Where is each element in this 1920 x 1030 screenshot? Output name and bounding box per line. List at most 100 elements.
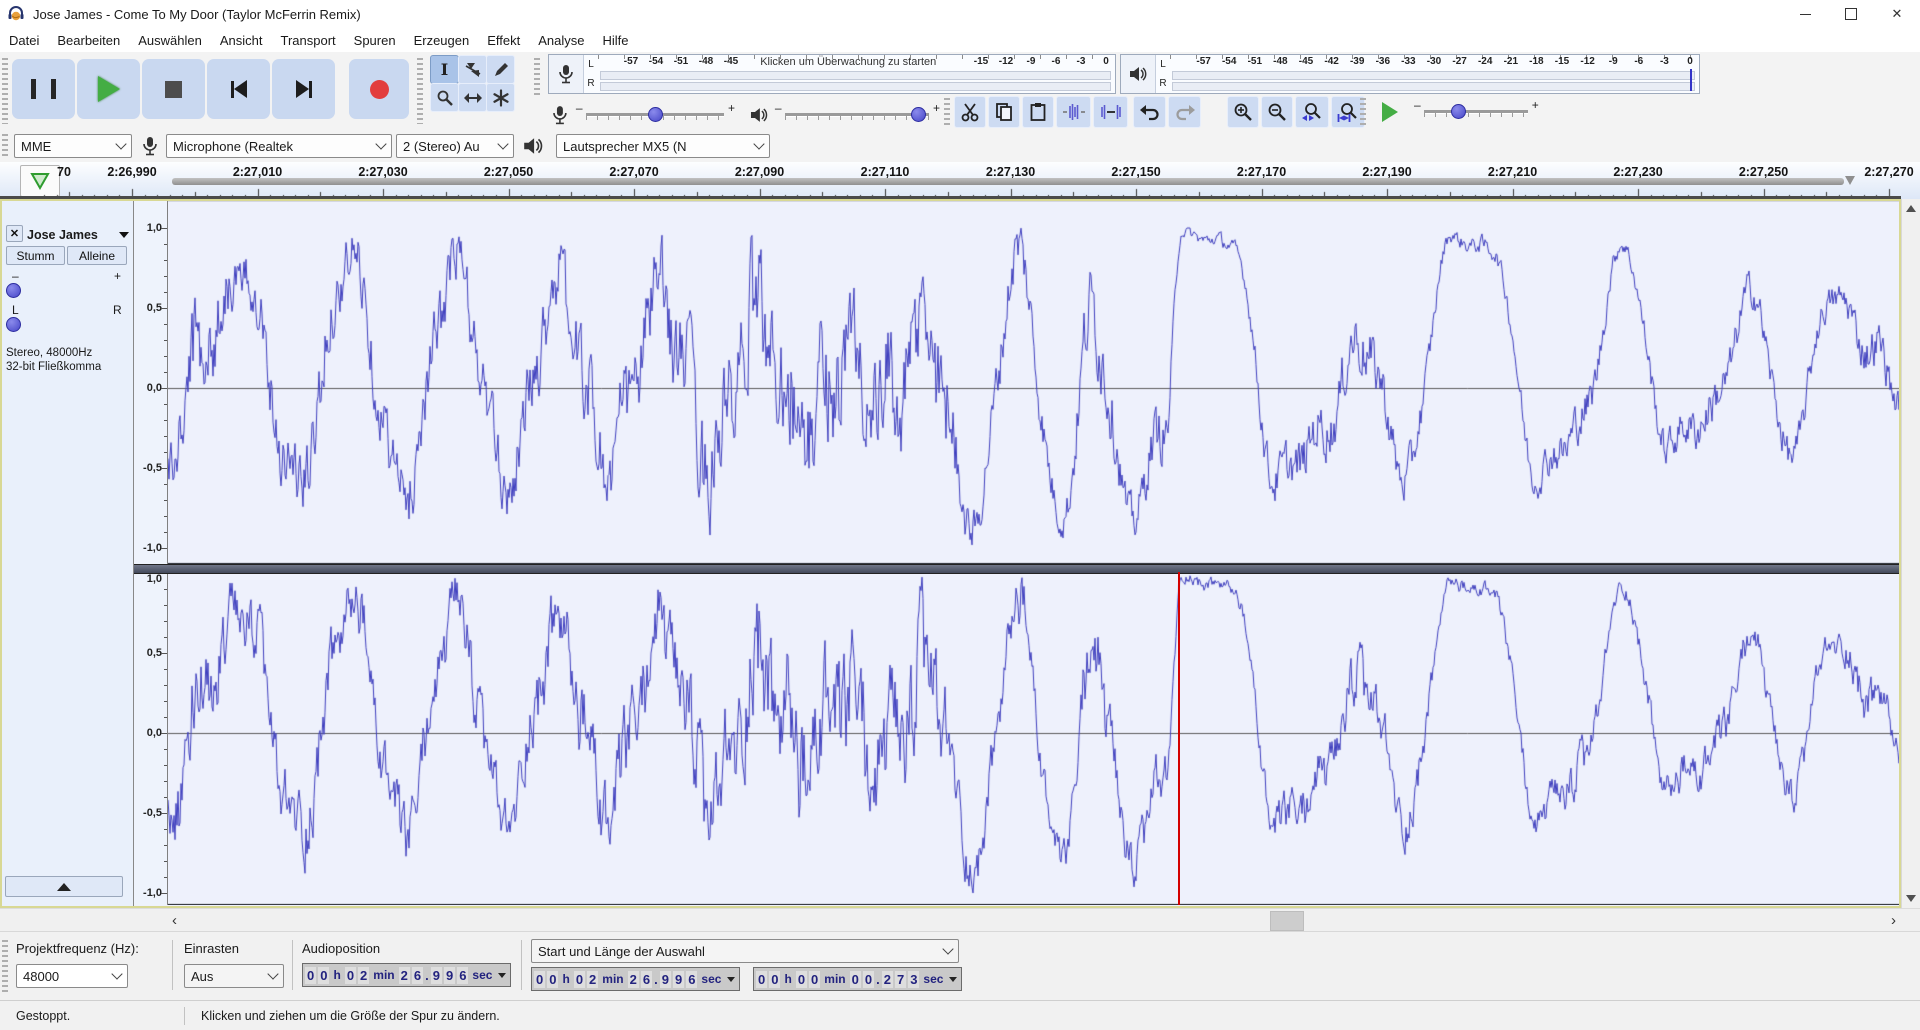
pause-button[interactable] (12, 59, 75, 119)
time-digit[interactable]: 6 (457, 967, 468, 984)
recording-channels-select[interactable]: 2 (Stereo) Au (396, 134, 514, 158)
scroll-down-icon[interactable] (1906, 895, 1916, 902)
skip-to-start-button[interactable] (207, 59, 270, 119)
time-format-dropdown-icon[interactable] (498, 973, 506, 978)
menu-bearbeiten[interactable]: Bearbeiten (48, 28, 129, 52)
quick-play-bar[interactable] (172, 178, 1844, 185)
trim-audio-button[interactable] (1056, 96, 1091, 128)
time-digit[interactable]: 0 (318, 967, 329, 984)
snap-select[interactable]: Aus (184, 964, 284, 988)
time-digit[interactable]: 0 (769, 971, 780, 988)
recording-device-select[interactable]: Microphone (Realtek (166, 134, 392, 158)
time-digit[interactable]: . (876, 971, 880, 988)
waveform-right-channel[interactable] (168, 572, 1901, 905)
play-speed-thumb[interactable] (1451, 104, 1466, 119)
silence-audio-button[interactable] (1093, 96, 1128, 128)
time-digit[interactable]: 7 (895, 971, 906, 988)
time-digit[interactable]: . (654, 971, 658, 988)
scroll-left-icon[interactable]: ‹ (172, 909, 177, 931)
selection-start-field[interactable]: 00h02min26.996sec (531, 967, 740, 991)
play-at-speed-button[interactable] (1372, 96, 1408, 128)
close-track-button[interactable]: ✕ (6, 225, 23, 242)
playback-meter[interactable]: LR -57-54-51-48-45-42-39-36-33-30-27-24-… (1120, 54, 1700, 94)
time-digit[interactable]: 9 (444, 967, 455, 984)
fit-selection-button[interactable] (1295, 96, 1329, 128)
copy-button[interactable] (988, 96, 1020, 128)
time-format-dropdown-icon[interactable] (727, 977, 735, 982)
monitoring-message[interactable]: Klicken um Überwachung zu starten (760, 56, 936, 68)
rate-select[interactable]: 48000 (16, 964, 128, 988)
cut-button[interactable] (954, 96, 986, 128)
menu-ansicht[interactable]: Ansicht (211, 28, 272, 52)
recording-meter[interactable]: LR -57-54-51-48-45Klicken um Überwachung… (548, 54, 1116, 94)
collapse-track-button[interactable] (5, 876, 123, 897)
menu-erzeugen[interactable]: Erzeugen (405, 28, 479, 52)
vertical-ruler-right-channel[interactable]: 1,00,50,0-0,5-1,0 (134, 572, 168, 905)
maximize-button[interactable] (1828, 0, 1874, 28)
horizontal-scroll-thumb[interactable] (1270, 911, 1304, 931)
tools-toolbar-grip[interactable] (417, 58, 423, 124)
envelope-tool-button[interactable] (458, 55, 487, 84)
time-digit[interactable]: 0 (809, 971, 820, 988)
scroll-up-icon[interactable] (1906, 205, 1916, 212)
menu-analyse[interactable]: Analyse (529, 28, 593, 52)
selection-length-field[interactable]: 00h00min00.273sec (753, 967, 962, 991)
recording-volume-slider[interactable] (586, 113, 725, 117)
time-digit[interactable]: 9 (660, 971, 671, 988)
stop-button[interactable] (142, 59, 205, 119)
zoom-in-button[interactable] (1227, 96, 1259, 128)
time-digit[interactable]: 9 (431, 967, 442, 984)
time-digit[interactable]: 6 (641, 971, 652, 988)
play-speed-slider[interactable] (1424, 110, 1528, 114)
track-title-dropdown[interactable]: Jose James (26, 225, 130, 244)
time-digit[interactable]: 0 (345, 967, 356, 984)
skip-to-end-button[interactable] (272, 59, 335, 119)
playback-device-select[interactable]: Lautsprecher MX5 (N (556, 134, 770, 158)
play-button[interactable] (77, 59, 140, 119)
menu-datei[interactable]: Datei (0, 28, 48, 52)
time-digit[interactable]: 2 (358, 967, 369, 984)
time-digit[interactable]: 9 (673, 971, 684, 988)
time-digit[interactable]: 0 (534, 971, 545, 988)
waveform-left-channel[interactable] (168, 200, 1901, 564)
redo-button[interactable] (1168, 96, 1201, 128)
device-toolbar-grip[interactable] (2, 134, 8, 158)
time-digit[interactable]: . (425, 967, 429, 984)
zoom-tool-button[interactable] (430, 83, 459, 112)
time-digit[interactable]: 0 (547, 971, 558, 988)
paste-button[interactable] (1022, 96, 1054, 128)
time-digit[interactable]: 3 (908, 971, 919, 988)
menu-transport[interactable]: Transport (272, 28, 345, 52)
vertical-scrollbar[interactable] (1901, 199, 1920, 908)
time-digit[interactable]: 2 (399, 967, 410, 984)
time-digit[interactable]: 2 (587, 971, 598, 988)
time-digit[interactable]: 0 (850, 971, 861, 988)
record-button[interactable] (349, 59, 409, 119)
selection-toolbar-grip[interactable] (2, 940, 8, 992)
audio-position-field[interactable]: 00h02min26.996sec (302, 963, 511, 987)
time-digit[interactable]: 0 (756, 971, 767, 988)
menu-effekt[interactable]: Effekt (478, 28, 529, 52)
audio-host-select[interactable]: MME (14, 134, 132, 158)
time-digit[interactable]: 6 (686, 971, 697, 988)
time-shift-tool-button[interactable] (458, 83, 487, 112)
recording-meter-grip[interactable] (534, 58, 540, 98)
gain-thumb[interactable] (6, 283, 21, 298)
play-at-speed-grip[interactable] (1360, 98, 1366, 128)
mute-button[interactable]: Stumm (6, 246, 65, 265)
pan-thumb[interactable] (6, 317, 21, 332)
playback-volume-slider[interactable] (785, 113, 929, 117)
menu-auswaehlen[interactable]: Auswählen (129, 28, 211, 52)
minimize-button[interactable] (1782, 0, 1828, 28)
multi-tool-button[interactable] (486, 83, 515, 112)
selection-tool-button[interactable]: I (430, 55, 459, 84)
time-digit[interactable]: 2 (882, 971, 893, 988)
scroll-right-icon[interactable]: › (1891, 909, 1896, 931)
time-format-dropdown-icon[interactable] (949, 977, 957, 982)
channel-separator[interactable] (134, 564, 1901, 574)
time-digit[interactable]: 0 (305, 967, 316, 984)
time-digit[interactable]: 6 (412, 967, 423, 984)
close-button[interactable]: ✕ (1874, 0, 1920, 28)
vertical-ruler-left-channel[interactable]: 1,00,50,0-0,5-1,0 (134, 199, 168, 564)
horizontal-scrollbar[interactable]: ‹ › (0, 908, 1920, 931)
